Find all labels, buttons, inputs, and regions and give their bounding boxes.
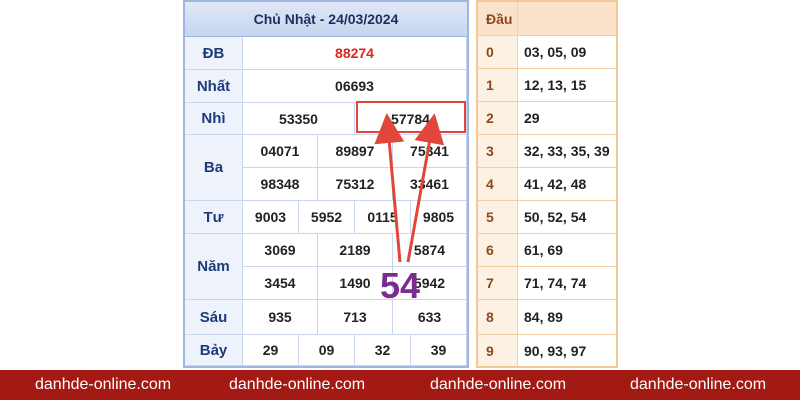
footer-link[interactable]: danhde-online.com — [229, 376, 365, 394]
footer-link[interactable]: danhde-online.com — [430, 376, 566, 394]
footer-link[interactable]: danhde-online.com — [630, 376, 766, 394]
footer-bar: danhde-online.com danhde-online.com danh… — [0, 370, 800, 400]
callout-number: 54 — [380, 265, 421, 306]
footer-link[interactable]: danhde-online.com — [35, 376, 171, 394]
arrow-right — [406, 113, 445, 263]
arrow-left — [374, 113, 405, 263]
arrows-overlay — [374, 113, 445, 263]
